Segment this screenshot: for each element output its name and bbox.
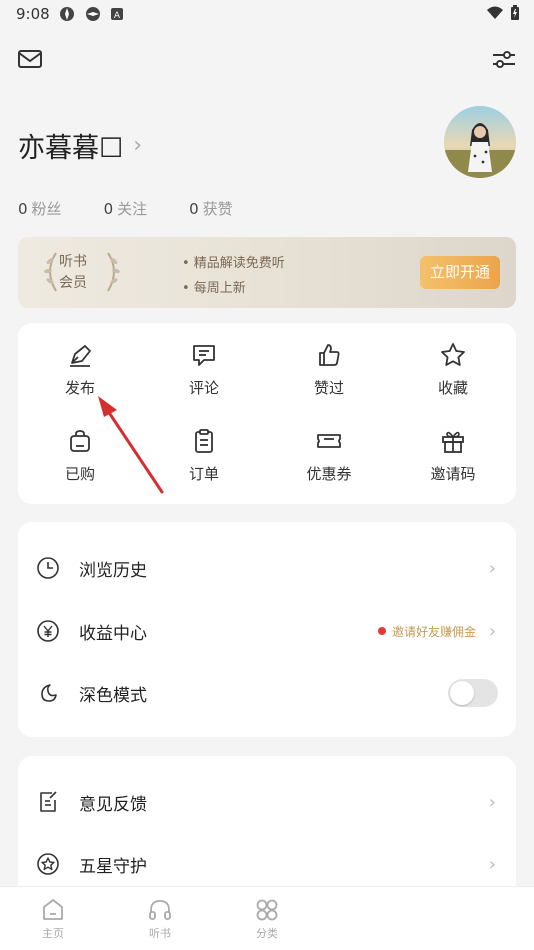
star-icon (441, 343, 465, 366)
star-badge-icon (37, 853, 59, 875)
feedback-edit-icon (40, 791, 57, 812)
wifi-icon (487, 6, 503, 19)
chevron-right-icon: › (488, 853, 496, 875)
tab-audiobooks[interactable]: 听书 (135, 897, 185, 941)
profile-name-link[interactable]: 亦暮暮☐ › (18, 126, 142, 165)
following-stat[interactable]: 0 关注 (104, 198, 148, 219)
earnings-center-row[interactable]: 收益中心 邀请好友赚佣金 › (18, 600, 516, 662)
home-icon (43, 899, 63, 920)
vip-badge-line1: 听书 (59, 254, 87, 270)
dark-mode-row: 深色模式 (18, 662, 516, 724)
vip-benefit: • 每周上新 (182, 281, 246, 296)
status-time: 9:08 (16, 5, 50, 23)
grid-item-invite-code[interactable]: 邀请码 (391, 427, 515, 484)
moon-icon (41, 684, 57, 702)
dark-mode-toggle[interactable] (448, 679, 498, 707)
grid-item-coupons[interactable]: 优惠券 (267, 427, 391, 484)
category-icon (256, 899, 278, 921)
tab-categories[interactable]: 分类 (242, 897, 292, 941)
followers-stat[interactable]: 0 粉丝 (18, 198, 62, 219)
app-notification-icon (60, 7, 74, 21)
grid-item-purchased[interactable]: 已购 (18, 427, 142, 484)
red-dot-icon (377, 627, 386, 635)
tab-home[interactable]: 主页 (28, 897, 78, 941)
status-bar: 9:08 A (0, 0, 534, 28)
headphones-icon (149, 900, 171, 920)
vip-benefit: • 精品解读免费听 (182, 256, 285, 271)
svg-text:A: A (114, 11, 121, 21)
support-list-card: 意见反馈 › 五星守护 › (18, 756, 516, 906)
comment-icon (193, 345, 215, 366)
shopping-bag-icon (70, 430, 90, 452)
grid-item-comments[interactable]: 评论 (142, 341, 266, 398)
username: 亦暮暮☐ (18, 133, 124, 164)
chevron-right-icon: › (488, 557, 496, 579)
chevron-right-icon: › (133, 133, 143, 158)
yen-icon (37, 620, 59, 642)
settings-list-card: 浏览历史 › 收益中心 邀请好友赚佣金 › 深色模式 (18, 522, 516, 737)
grid-item-publish[interactable]: 发布 (18, 341, 142, 398)
vip-badge-line2: 会员 (59, 275, 87, 291)
quick-actions-card: 发布 评论 赞过 收藏 已购 订单 优惠券 邀请码 (18, 323, 516, 504)
open-membership-button[interactable]: 立即开通 (420, 256, 500, 289)
profile-stats: 0 粉丝 0 关注 0 获赞 (18, 198, 233, 219)
settings-sliders-icon[interactable] (490, 46, 518, 72)
chevron-right-icon: › (488, 620, 496, 642)
grid-item-orders[interactable]: 订单 (142, 427, 266, 484)
browse-history-row[interactable]: 浏览历史 › (18, 537, 516, 599)
invite-promo-badge: 邀请好友赚佣金 (377, 623, 476, 640)
grid-item-liked[interactable]: 赞过 (267, 341, 391, 398)
avatar[interactable] (444, 106, 516, 178)
mail-icon[interactable] (16, 46, 44, 72)
feedback-row[interactable]: 意见反馈 › (18, 771, 516, 833)
ticket-icon (317, 434, 341, 448)
gift-icon (442, 431, 464, 453)
app-notification-icon (86, 7, 100, 21)
clipboard-icon (195, 429, 213, 453)
likes-stat[interactable]: 0 获赞 (189, 198, 233, 219)
app-notification-icon: A (111, 8, 123, 21)
pen-nib-icon (70, 345, 91, 367)
thumbs-up-icon (319, 344, 340, 366)
bottom-tab-bar: 主页 听书 分类 (0, 886, 534, 950)
clock-icon (37, 557, 59, 579)
vip-membership-banner[interactable]: 听书 会员 • 精品解读免费听 • 每周上新 立即开通 (18, 237, 516, 308)
grid-item-favorites[interactable]: 收藏 (391, 341, 515, 398)
chevron-right-icon: › (488, 791, 496, 813)
battery-icon (511, 5, 519, 20)
